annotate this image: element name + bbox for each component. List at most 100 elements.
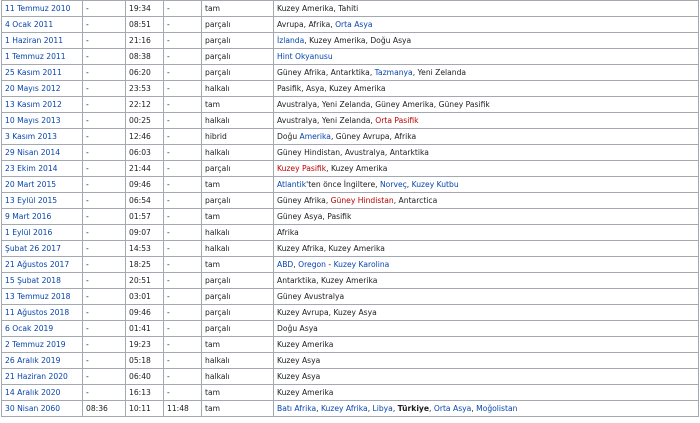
regions-cell: Kuzey Amerika, Tahiti	[273, 0, 699, 17]
max-time-cell: 09:07	[125, 224, 164, 241]
table-row: 29 Nisan 2014-06:03- halkalı Güney Hindist…	[1, 144, 699, 161]
max-time-cell: 01:57	[125, 208, 164, 225]
table-row: 1 Eylül 2016-09:07- halkalı Afrika	[1, 224, 699, 241]
date-cell: 3 Kasım 2013	[1, 128, 83, 145]
max-time-cell: 06:20	[125, 64, 164, 81]
region-link[interactable]: Kuzey Afrika	[321, 404, 368, 413]
date-link[interactable]: 1 Haziran 2011	[5, 36, 63, 45]
region-text: Avustralya, Yeni Zelanda,	[277, 116, 376, 125]
start-time-cell: -	[82, 240, 126, 257]
max-time-cell: 10:11	[125, 400, 164, 417]
eclipse-type-cell: hibrid	[201, 128, 274, 145]
end-time-cell: -	[163, 160, 202, 177]
date-link[interactable]: 11 Ağustos 2018	[5, 308, 69, 317]
start-time-cell: -	[82, 96, 126, 113]
table-row: 13 Eylül 2015-06:54- parçalı Güney Afrika,…	[1, 192, 699, 209]
table-row: 14 Aralık 2020-16:13- tam Kuzey Amerika	[1, 384, 699, 401]
region-link[interactable]: Libya	[373, 404, 393, 413]
date-link[interactable]: 9 Mart 2016	[5, 212, 51, 221]
date-link[interactable]: 3 Kasım 2013	[5, 132, 57, 141]
date-link[interactable]: 29 Nisan 2014	[5, 148, 60, 157]
end-time-cell: -	[163, 224, 202, 241]
max-time-cell: 08:38	[125, 48, 164, 65]
date-link[interactable]: 20 Mart 2015	[5, 180, 56, 189]
region-link[interactable]: Batı Afrika	[277, 404, 316, 413]
region-text: , Güney Avrupa, Afrika	[330, 132, 417, 141]
date-link[interactable]: 15 Şubat 2018	[5, 276, 61, 285]
region-link[interactable]: Oregon	[298, 260, 326, 269]
table-row: 1 Haziran 2011-21:16- parçalı İzlanda, Kuz…	[1, 32, 699, 49]
region-link[interactable]: Güney Hindistan	[331, 196, 394, 205]
table-row: 2 Temmuz 2019-19:23- tam Kuzey Amerika	[1, 336, 699, 353]
date-link[interactable]: 6 Ocak 2019	[5, 324, 53, 333]
date-link[interactable]: 13 Kasım 2012	[5, 100, 62, 109]
date-cell: 10 Mayıs 2013	[1, 112, 83, 129]
region-text: 'ten önce İngiltere,	[306, 180, 380, 189]
date-link[interactable]: 21 Ağustos 2017	[5, 260, 69, 269]
regions-cell: Güney Afrika, Güney Hindistan, Antarctic…	[273, 192, 699, 209]
regions-cell: ABD, Oregon - Kuzey Karolina	[273, 256, 699, 273]
date-link[interactable]: 1 Temmuz 2011	[5, 52, 66, 61]
date-cell: 21 Ağustos 2017	[1, 256, 83, 273]
region-link[interactable]: Kuzey Kutbu	[412, 180, 459, 189]
start-time-cell: -	[82, 336, 126, 353]
date-link[interactable]: 11 Temmuz 2010	[5, 4, 70, 13]
region-link[interactable]: Norveç	[380, 180, 407, 189]
date-link[interactable]: 23 Ekim 2014	[5, 164, 58, 173]
end-time-cell: -	[163, 240, 202, 257]
region-text: Afrika	[277, 228, 299, 237]
start-time-cell: -	[82, 80, 126, 97]
region-link[interactable]: İzlanda	[277, 36, 304, 45]
regions-cell: Güney Hindistan, Avustralya, Antarktika	[273, 144, 699, 161]
region-link[interactable]: Amerika	[300, 132, 331, 141]
date-link[interactable]: 14 Aralık 2020	[5, 388, 60, 397]
start-time-cell: -	[82, 128, 126, 145]
date-cell: 25 Kasım 2011	[1, 64, 83, 81]
date-cell: 13 Eylül 2015	[1, 192, 83, 209]
date-link[interactable]: 25 Kasım 2011	[5, 68, 62, 77]
region-link[interactable]: Orta Asya	[335, 20, 372, 29]
date-link[interactable]: 4 Ocak 2011	[5, 20, 53, 29]
region-link[interactable]: Moğolistan	[476, 404, 517, 413]
table-row: 21 Haziran 2020-06:40- halkalı Kuzey Asya	[1, 368, 699, 385]
eclipse-type-cell: parçalı	[201, 48, 274, 65]
start-time-cell: -	[82, 0, 126, 17]
date-link[interactable]: 1 Eylül 2016	[5, 228, 52, 237]
date-link[interactable]: 21 Haziran 2020	[5, 372, 68, 381]
end-time-cell: -	[163, 144, 202, 161]
eclipse-type-cell: parçalı	[201, 32, 274, 49]
max-time-cell: 06:54	[125, 192, 164, 209]
start-time-cell: -	[82, 160, 126, 177]
max-time-cell: 18:25	[125, 256, 164, 273]
start-time-cell: -	[82, 368, 126, 385]
region-link[interactable]: Atlantik	[277, 180, 306, 189]
date-link[interactable]: 13 Eylül 2015	[5, 196, 57, 205]
date-link[interactable]: 26 Aralık 2019	[5, 356, 60, 365]
date-link[interactable]: 10 Mayıs 2013	[5, 116, 61, 125]
region-link[interactable]: Orta Pasifik	[375, 116, 418, 125]
region-text: Kuzey Asya	[277, 372, 321, 381]
max-time-cell: 16:13	[125, 384, 164, 401]
date-link[interactable]: 30 Nisan 2060	[5, 404, 60, 413]
start-time-cell: -	[82, 208, 126, 225]
region-link[interactable]: ABD	[277, 260, 293, 269]
region-link[interactable]: Kuzey Karolina	[334, 260, 390, 269]
region-link[interactable]: Tazmanya	[375, 68, 413, 77]
date-cell: 21 Haziran 2020	[1, 368, 83, 385]
max-time-cell: 19:23	[125, 336, 164, 353]
table-row: Şubat 26 2017-14:53- halkalı Kuzey Afrika,…	[1, 240, 699, 257]
region-link[interactable]: Hint Okyanusu	[277, 52, 333, 61]
date-link[interactable]: Şubat 26 2017	[5, 244, 61, 253]
date-link[interactable]: 13 Temmuz 2018	[5, 292, 70, 301]
date-cell: 4 Ocak 2011	[1, 16, 83, 33]
region-link[interactable]: Kuzey Pasifik	[277, 164, 326, 173]
region-text: Türkiye	[397, 404, 430, 413]
regions-cell: Atlantik'ten önce İngiltere, Norveç, Kuz…	[273, 176, 699, 193]
max-time-cell: 12:46	[125, 128, 164, 145]
max-time-cell: 09:46	[125, 304, 164, 321]
region-link[interactable]: Orta Asya	[434, 404, 471, 413]
date-link[interactable]: 20 Mayıs 2012	[5, 84, 61, 93]
end-time-cell: -	[163, 352, 202, 369]
date-link[interactable]: 2 Temmuz 2019	[5, 340, 66, 349]
region-text: , Kuzey Amerika	[326, 164, 388, 173]
